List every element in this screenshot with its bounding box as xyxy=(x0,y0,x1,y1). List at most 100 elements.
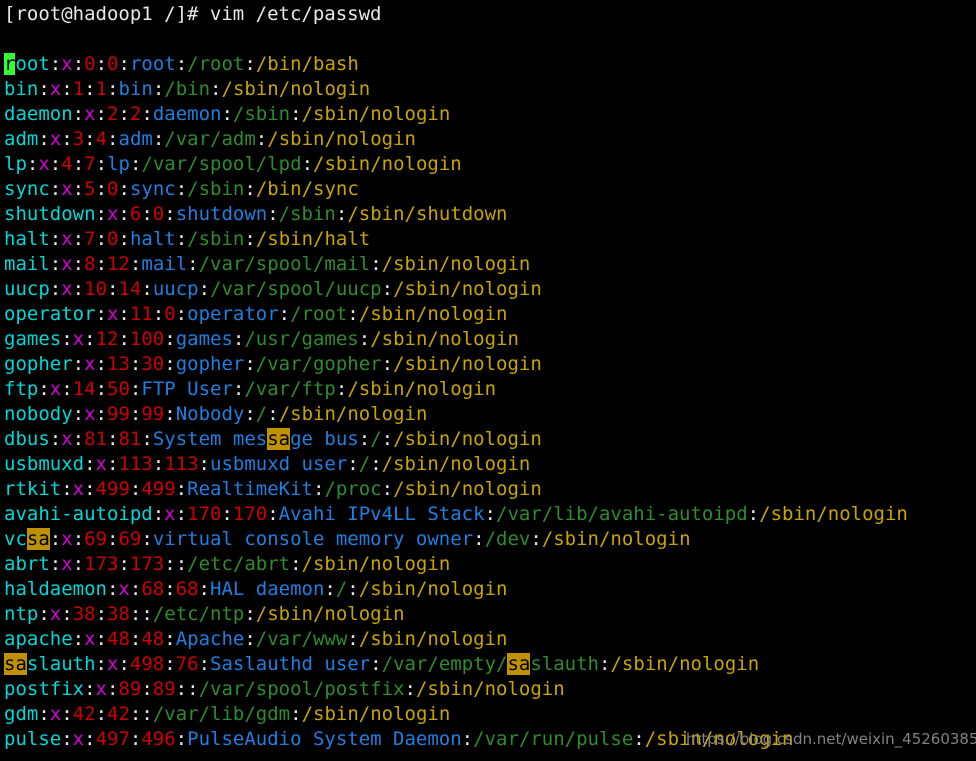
passwd-entry-row[interactable]: apache:x:48:48:Apache:/var/www:/sbin/nol… xyxy=(4,627,908,652)
passwd-entry-row[interactable]: ntp:x:38:38::/etc/ntp:/sbin/nologin xyxy=(4,602,908,627)
passwd-gecos: bin xyxy=(118,78,153,100)
passwd-gecos: halt xyxy=(129,228,176,250)
field-separator: : xyxy=(107,128,119,150)
passwd-username: ntp xyxy=(4,603,39,625)
passwd-entry-row[interactable]: bin:x:1:1:bin:/bin:/sbin/nologin xyxy=(4,77,908,102)
passwd-home-dir: /var/adm xyxy=(164,128,256,150)
passwd-gecos: adm xyxy=(118,128,153,150)
passwd-gecos: shutdown xyxy=(175,203,268,225)
passwd-entry-row[interactable]: daemon:x:2:2:daemon:/sbin:/sbin/nologin xyxy=(4,102,908,127)
passwd-entry-row[interactable]: shutdown:x:6:0:shutdown:/sbin:/sbin/shut… xyxy=(4,202,908,227)
passwd-uid: 68 xyxy=(141,578,165,600)
field-separator: : xyxy=(633,728,645,750)
passwd-shell: /sbin/nologin xyxy=(267,128,416,150)
passwd-uid: 89 xyxy=(118,678,142,700)
passwd-uid: 42 xyxy=(72,703,96,725)
passwd-entry-row[interactable]: mail:x:8:12:mail:/var/spool/mail:/sbin/n… xyxy=(4,252,908,277)
field-separator: : xyxy=(49,53,62,75)
field-separator: : xyxy=(118,328,130,350)
passwd-entry-row[interactable]: gdm:x:42:42::/var/lib/gdm:/sbin/nologin xyxy=(4,702,908,727)
passwd-uid: 10 xyxy=(84,278,108,300)
passwd-username: ftp xyxy=(4,378,39,400)
passwd-uid: 497 xyxy=(95,728,130,750)
field-separator: : xyxy=(187,678,199,700)
passwd-gid: 76 xyxy=(175,653,199,675)
passwd-username: dbus xyxy=(4,428,50,450)
passwd-gecos: Avahi IPv4LL Stack xyxy=(278,503,485,525)
passwd-home-dir: /sbin xyxy=(187,228,245,250)
passwd-entry-row[interactable]: root:x:0:0:root:/root:/bin/bash xyxy=(4,52,908,77)
passwd-entry-row[interactable]: gopher:x:13:30:gopher:/var/gopher:/sbin/… xyxy=(4,352,908,377)
passwd-gecos: FTP User xyxy=(141,378,233,400)
passwd-entry-row[interactable]: uucp:x:10:14:uucp:/var/spool/uucp:/sbin/… xyxy=(4,277,908,302)
passwd-entry-row[interactable]: haldaemon:x:68:68:HAL daemon:/:/sbin/nol… xyxy=(4,577,908,602)
passwd-gid: 12 xyxy=(107,253,130,275)
passwd-entry-row[interactable]: operator:x:11:0:operator:/root:/sbin/nol… xyxy=(4,302,908,327)
passwd-gid: 2 xyxy=(129,103,142,125)
passwd-entry-row[interactable]: halt:x:7:0:halt:/sbin:/sbin/halt xyxy=(4,227,908,252)
passwd-entry-row[interactable]: saslauth:x:498:76:Saslauthd user:/var/em… xyxy=(4,652,908,677)
passwd-username: daemon xyxy=(4,103,73,125)
passwd-entry-row[interactable]: sync:x:5:0:sync:/sbin:/bin/sync xyxy=(4,177,908,202)
passwd-shell: /sbin/nologin xyxy=(301,553,451,575)
passwd-entry-row[interactable]: games:x:12:100:games:/usr/games:/sbin/no… xyxy=(4,327,908,352)
field-separator: : xyxy=(72,553,85,575)
passwd-shell: /bin/sync xyxy=(255,178,359,200)
field-separator: : xyxy=(152,503,165,525)
field-separator: : xyxy=(152,128,165,150)
field-separator: : xyxy=(175,478,188,500)
passwd-entry-row[interactable]: abrt:x:173:173::/etc/abrt:/sbin/nologin xyxy=(4,552,908,577)
passwd-uid: 81 xyxy=(84,428,108,450)
passwd-shell: /bin/bash xyxy=(255,53,359,75)
passwd-home-dir: /var/lib/avahi-autoipd xyxy=(496,503,748,525)
passwd-entry-row[interactable]: rtkit:x:499:499:RealtimeKit:/proc:/sbin/… xyxy=(4,477,908,502)
passwd-gecos: uucp xyxy=(152,278,199,300)
passwd-entry-row[interactable]: vcsa:x:69:69:virtual console memory owne… xyxy=(4,527,908,552)
field-separator: : xyxy=(141,678,153,700)
passwd-gid: 7 xyxy=(84,153,96,175)
passwd-gid: 100 xyxy=(129,328,165,350)
field-separator: : xyxy=(129,153,142,175)
passwd-entry-row[interactable]: postfix:x:89:89::/var/spool/postfix:/sbi… xyxy=(4,677,908,702)
field-separator: : xyxy=(164,203,176,225)
field-separator: : xyxy=(118,103,130,125)
passwd-gecos: virtual console memory owner xyxy=(152,528,474,550)
passwd-home-dir: / xyxy=(358,453,371,475)
field-separator: : xyxy=(49,278,62,300)
field-separator: : xyxy=(347,578,359,600)
passwd-password-field: x xyxy=(61,253,73,275)
field-separator: : xyxy=(175,228,188,250)
field-separator: : xyxy=(175,53,188,75)
field-separator: : xyxy=(244,53,256,75)
field-separator: : xyxy=(164,628,176,650)
passwd-uid: 13 xyxy=(107,353,130,375)
field-separator: : xyxy=(38,603,50,625)
passwd-shell: /sbin/nologin xyxy=(393,278,542,300)
passwd-entry-row[interactable]: nobody:x:99:99:Nobody:/:/sbin/nologin xyxy=(4,402,908,427)
passwd-entry-row[interactable]: ftp:x:14:50:FTP User:/var/ftp:/sbin/nolo… xyxy=(4,377,908,402)
passwd-entry-row[interactable]: dbus:x:81:81:System message bus:/:/sbin/… xyxy=(4,427,908,452)
search-match: sa xyxy=(267,428,291,450)
passwd-entry-row[interactable]: avahi-autoipd:x:170:170:Avahi IPv4LL Sta… xyxy=(4,502,908,527)
passwd-entry-row[interactable]: adm:x:3:4:adm:/var/adm:/sbin/nologin xyxy=(4,127,908,152)
vim-text-buffer[interactable]: root:x:0:0:root:/root:/bin/bash bin:x:1:1… xyxy=(4,52,908,752)
field-separator: : xyxy=(95,178,108,200)
search-match: sa xyxy=(507,653,531,675)
passwd-entry-row[interactable]: usbmuxd:x:113:113:usbmuxd user:/:/sbin/n… xyxy=(4,452,908,477)
field-separator: : xyxy=(175,303,188,325)
field-separator: : xyxy=(107,78,119,100)
passwd-password-field: x xyxy=(49,703,62,725)
passwd-gid: 4 xyxy=(95,128,108,150)
passwd-password-field: x xyxy=(72,478,85,500)
field-separator: : xyxy=(84,78,96,100)
field-separator: : xyxy=(141,203,153,225)
passwd-shell: /sbin/shutdown xyxy=(347,203,508,225)
passwd-uid: 5 xyxy=(84,178,96,200)
passwd-uid: 4 xyxy=(61,153,73,175)
field-separator: : xyxy=(335,378,348,400)
passwd-uid: 6 xyxy=(129,203,142,225)
passwd-username: root xyxy=(4,53,50,75)
field-separator: : xyxy=(129,253,142,275)
passwd-entry-row[interactable]: lp:x:4:7:lp:/var/spool/lpd:/sbin/nologin xyxy=(4,152,908,177)
field-separator: : xyxy=(232,328,245,350)
